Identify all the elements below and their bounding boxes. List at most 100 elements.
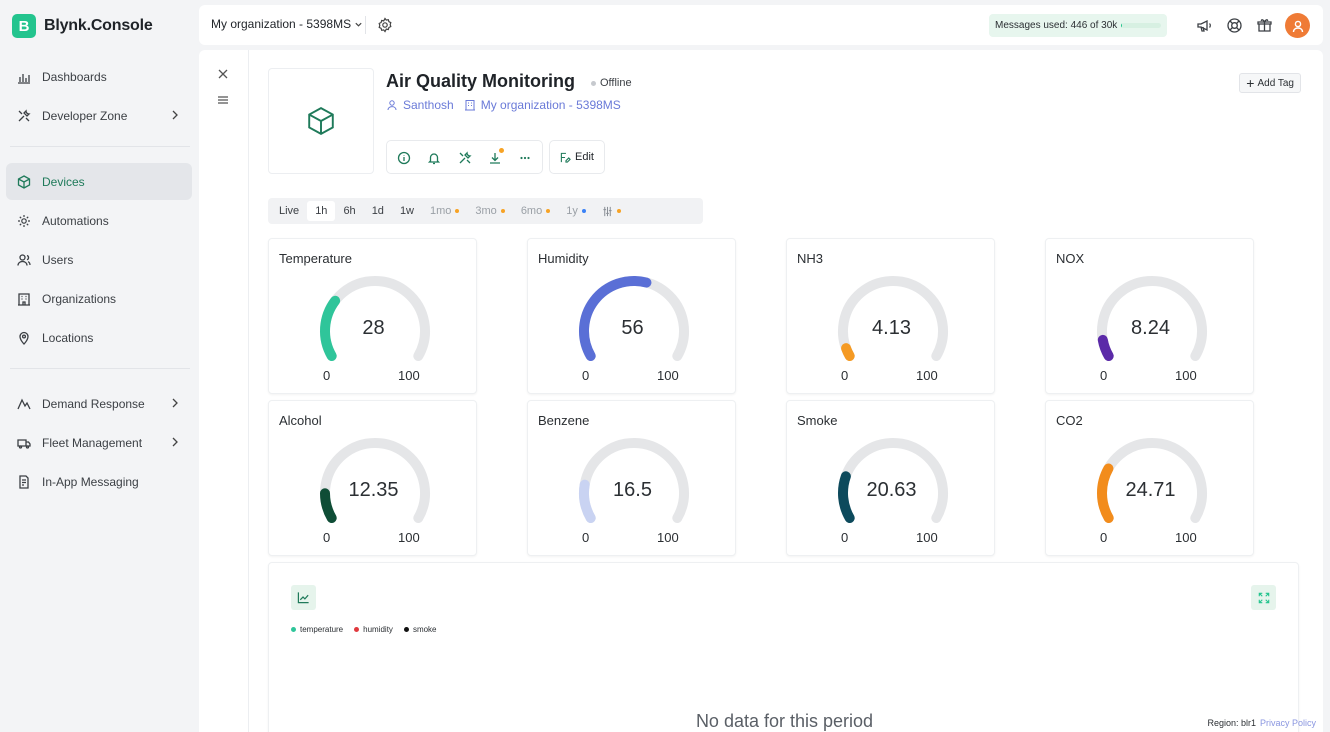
device-org-link[interactable]: My organization - 5398MS <box>481 98 621 112</box>
help-lifebuoy-icon[interactable] <box>1226 17 1243 34</box>
messages-usage-bar <box>1121 23 1161 28</box>
gauge-card-temperature[interactable]: Temperature 28 0 100 <box>268 238 477 394</box>
gauge-value: 16.5 <box>613 479 652 501</box>
menu-icon[interactable] <box>216 93 230 107</box>
time-tab-label: 1y <box>566 205 578 217</box>
device-image[interactable] <box>268 68 374 174</box>
messages-usage-fill <box>1121 23 1122 28</box>
info-icon[interactable] <box>397 151 411 165</box>
sidebar-item-automations[interactable]: Automations <box>6 202 192 239</box>
sidebar-item-label: Users <box>42 252 74 267</box>
chevron-right-icon <box>172 437 178 447</box>
sidebar-item-demand-response[interactable]: Demand Response <box>6 385 192 422</box>
region-label: Region: blr1 <box>1207 718 1256 728</box>
user-icon <box>1292 20 1303 32</box>
gauge-card-alcohol[interactable]: Alcohol 12.35 0 100 <box>268 400 477 556</box>
gear-icon[interactable] <box>377 17 393 33</box>
gauge-card-smoke[interactable]: Smoke 20.63 0 100 <box>786 400 995 556</box>
chart-legend: temperature humidity smoke <box>291 625 448 634</box>
time-tab-live[interactable]: Live <box>271 201 307 221</box>
sidebar-item-organizations[interactable]: Organizations <box>6 280 192 317</box>
time-tab-6mo[interactable]: 6mo <box>513 201 558 221</box>
expand-icon <box>1258 592 1269 603</box>
bell-icon[interactable] <box>427 151 441 165</box>
truck-icon <box>16 435 32 451</box>
gauge-min: 0 <box>1100 530 1108 545</box>
time-range-tabs: Live 1h 6h 1d 1w 1mo 3mo 6mo 1y <box>268 198 703 224</box>
megaphone-icon[interactable] <box>1196 17 1213 34</box>
gauge-max: 100 <box>916 368 938 383</box>
time-tab-1y[interactable]: 1y <box>558 201 594 221</box>
time-tab-1h[interactable]: 1h <box>307 201 336 221</box>
users-icon <box>16 252 32 268</box>
device-status: Offline <box>591 77 632 89</box>
time-tab-1w[interactable]: 1w <box>392 201 422 221</box>
org-selector[interactable]: My organization - 5398MS <box>211 17 363 31</box>
gift-icon[interactable] <box>1256 17 1273 34</box>
legend-label: humidity <box>363 625 393 634</box>
privacy-policy-link[interactable]: Privacy Policy <box>1260 718 1316 728</box>
gauge-min: 0 <box>1100 368 1108 383</box>
automation-icon <box>16 213 32 229</box>
legend-item-smoke[interactable]: smoke <box>403 625 437 634</box>
gauge-title: NOX <box>1056 251 1085 266</box>
sidebar-item-devices[interactable]: Devices <box>6 163 192 200</box>
sidebar-item-locations[interactable]: Locations <box>6 319 192 356</box>
gauge-value: 56 <box>621 317 644 339</box>
time-tab-1mo[interactable]: 1mo <box>422 201 467 221</box>
pin-icon <box>16 330 32 346</box>
time-tab-6h[interactable]: 6h <box>335 201 363 221</box>
close-icon[interactable] <box>216 67 230 81</box>
edit-dashboard-icon <box>560 152 571 163</box>
gauge-card-benzene[interactable]: Benzene 16.5 0 100 <box>527 400 736 556</box>
device-page: Air Quality Monitoring Offline Santhosh … <box>199 50 1323 732</box>
edit-button[interactable]: Edit <box>549 140 605 174</box>
user-avatar[interactable] <box>1285 13 1310 38</box>
gauge-card-nh3[interactable]: NH3 4.13 0 100 <box>786 238 995 394</box>
more-icon[interactable] <box>518 151 532 165</box>
chevron-right-icon <box>172 110 178 120</box>
device-owner-link[interactable]: Santhosh <box>403 98 454 112</box>
time-tab-3mo[interactable]: 3mo <box>467 201 512 221</box>
tools-icon <box>16 108 32 124</box>
sidebar-item-developer-zone[interactable]: Developer Zone <box>6 97 192 134</box>
time-tab-label: 3mo <box>475 205 497 217</box>
sliders-icon <box>603 206 612 216</box>
legend-item-humidity[interactable]: humidity <box>354 625 393 634</box>
chevron-down-icon <box>355 22 362 27</box>
gauge-min: 0 <box>323 530 331 545</box>
download-icon[interactable] <box>488 151 502 165</box>
time-tab-label: 1d <box>371 205 384 217</box>
time-tab-custom[interactable] <box>594 201 629 221</box>
sidebar-item-label: Devices <box>42 174 85 189</box>
chevron-right-icon <box>172 398 178 408</box>
sidebar-item-label: In-App Messaging <box>42 474 139 489</box>
time-tab-1d[interactable]: 1d <box>364 201 392 221</box>
sidebar-item-in-app-messaging[interactable]: In-App Messaging <box>6 463 192 500</box>
building-icon <box>464 100 475 111</box>
gauge-card-humidity[interactable]: Humidity 56 0 100 <box>527 238 736 394</box>
tools-icon[interactable] <box>458 151 472 165</box>
gauge-title: Humidity <box>538 251 589 266</box>
add-tag-button[interactable]: + Add Tag <box>1239 73 1301 93</box>
sidebar-item-users[interactable]: Users <box>6 241 192 278</box>
expand-chart-button[interactable] <box>1251 585 1276 610</box>
sidebar-divider <box>10 368 190 369</box>
footer: Region: blr1 Privacy Policy <box>1207 718 1316 728</box>
gauge-card-co2[interactable]: CO2 24.71 0 100 <box>1045 400 1254 556</box>
building-icon <box>16 291 32 307</box>
cube-icon <box>16 174 32 190</box>
brand-logo[interactable]: B Blynk.Console <box>12 12 153 40</box>
panel-rail <box>199 50 249 732</box>
plan-dot <box>546 209 551 213</box>
org-selector-label: My organization - 5398MS <box>211 17 352 31</box>
sidebar-item-dashboards[interactable]: Dashboards <box>6 58 192 95</box>
legend-dot <box>403 627 409 632</box>
chart-type-button[interactable] <box>291 585 316 610</box>
gauge-card-nox[interactable]: NOX 8.24 0 100 <box>1045 238 1254 394</box>
legend-item-temperature[interactable]: temperature <box>291 625 343 634</box>
sidebar-item-fleet-management[interactable]: Fleet Management <box>6 424 192 461</box>
messages-usage-badge[interactable]: Messages used: 446 of 30k <box>989 14 1167 37</box>
gauge-min: 0 <box>841 530 849 545</box>
gauge-max: 100 <box>916 530 938 545</box>
